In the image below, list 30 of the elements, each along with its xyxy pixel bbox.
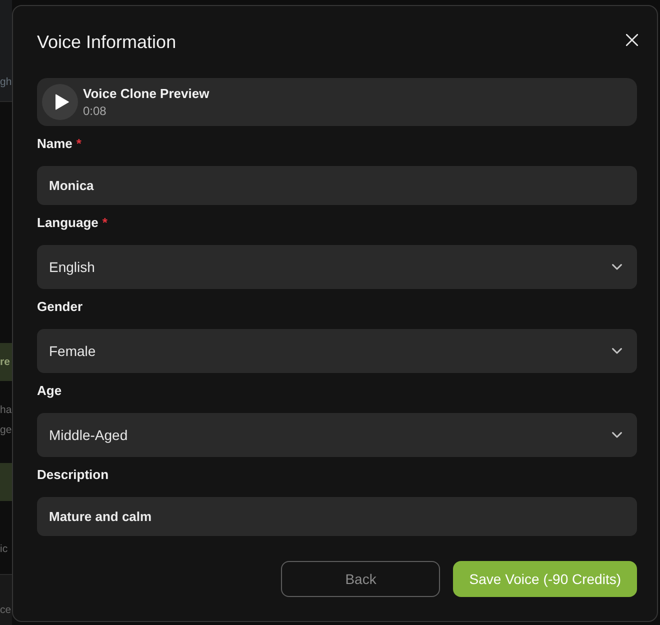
background-text: ha [0,403,12,417]
required-mark: * [76,135,82,153]
field-label: Description [37,466,109,484]
field-label: Language [37,214,98,232]
dropdown-select[interactable]: English [37,245,637,289]
text-input[interactable]: Mature and calm [37,497,637,536]
field-label: Age [37,382,62,400]
field-label: Name [37,135,72,153]
back-button[interactable]: Back [281,561,440,597]
background-panel [0,463,12,501]
background-text: ic [0,542,9,556]
background-text: ge [0,423,12,437]
play-button[interactable] [42,84,78,120]
background-text: gh [0,75,12,89]
dropdown-select[interactable]: Female [37,329,637,373]
preview-title: Voice Clone Preview [83,86,210,102]
background-text: re [0,355,10,369]
required-mark: * [102,214,108,232]
play-icon [54,94,68,110]
text-input[interactable]: Monica [37,166,637,205]
close-button[interactable] [626,34,638,46]
close-icon [626,34,638,46]
chevron-down-icon [612,348,622,354]
field-label: Gender [37,298,83,316]
dropdown-select[interactable]: Middle-Aged [37,413,637,457]
background-text: ce [0,604,12,616]
duration-text: 0:08 [83,104,106,118]
dialog-title: Voice Information [37,31,176,54]
chevron-down-icon [612,264,622,270]
chevron-down-icon [612,432,622,438]
